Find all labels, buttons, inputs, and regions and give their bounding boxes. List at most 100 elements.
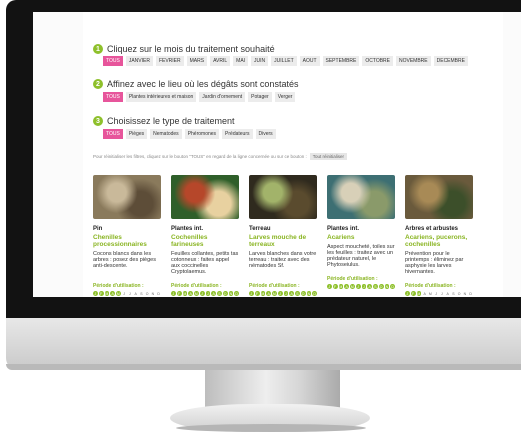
usage-period-label: Période d'utilisation : bbox=[93, 283, 144, 289]
month-indicator: N bbox=[306, 291, 312, 296]
pest-photo[interactable] bbox=[93, 175, 161, 219]
monitor-screen: 1 Cliquez sur le mois du traitement souh… bbox=[33, 12, 521, 297]
usage-months: JFMAMJJASOND bbox=[93, 291, 161, 296]
month-indicator: M bbox=[428, 291, 432, 296]
month-indicator: N bbox=[228, 291, 234, 296]
month-chip[interactable]: AOUT bbox=[299, 56, 320, 66]
month-indicator: A bbox=[344, 284, 349, 289]
treatment-chip[interactable]: Divers bbox=[255, 129, 276, 139]
usage-months: JFMAMJJASOND bbox=[327, 284, 395, 289]
product-card[interactable]: Arbres et arbustes Acariens, pucerons, co… bbox=[405, 175, 473, 296]
usage-months: JFMAMJJASOND bbox=[249, 291, 317, 296]
card-description: Cocons blancs dans les arbres : posez de… bbox=[93, 251, 156, 269]
product-card[interactable]: Plantes int. Acariens Aspect moucheté, toi… bbox=[327, 175, 395, 296]
month-indicator: O bbox=[378, 284, 384, 289]
card-description: Prévention pour le printemps : éliminez … bbox=[405, 251, 464, 275]
card-category: Arbres et arbustes bbox=[405, 226, 459, 232]
month-chip[interactable]: JANVIER bbox=[125, 56, 153, 66]
card-title[interactable]: Acariens, pucerons, cochenilles bbox=[405, 234, 473, 248]
step-title: Choisissez le type de traitement bbox=[107, 116, 235, 126]
month-indicator: A bbox=[367, 284, 372, 289]
month-chip[interactable]: FEVRIER bbox=[155, 56, 184, 66]
month-indicator: J bbox=[277, 291, 283, 296]
filter-all-chip[interactable]: TOUS bbox=[103, 56, 123, 66]
month-chip[interactable]: JUILLET bbox=[271, 56, 297, 66]
product-card[interactable]: Plantes int. Cochenilles farineuses Feuill… bbox=[171, 175, 239, 296]
card-category: Plantes int. bbox=[327, 226, 360, 232]
month-indicator: D bbox=[312, 291, 317, 296]
month-indicator: M bbox=[104, 291, 110, 296]
month-indicator: N bbox=[384, 284, 390, 289]
card-category: Terreau bbox=[249, 226, 271, 232]
reset-all-button[interactable]: Tout réinitialiser bbox=[309, 153, 347, 160]
month-indicator: F bbox=[332, 284, 338, 289]
month-chip[interactable]: OCTOBRE bbox=[362, 56, 393, 66]
treatment-chip[interactable]: Prédateurs bbox=[222, 129, 253, 139]
month-chip[interactable]: MARS bbox=[186, 56, 208, 66]
month-indicator: A bbox=[446, 291, 449, 296]
treatment-type-filter-chips: TOUS Pièges Nematodes Phéromones Prédateurs D… bbox=[103, 129, 276, 139]
month-indicator: D bbox=[234, 291, 239, 296]
month-indicator: A bbox=[266, 291, 271, 296]
month-chip[interactable]: NOVEMBRE bbox=[396, 56, 431, 66]
reset-hint: Pour réinitialiser les filtres, cliquez … bbox=[93, 153, 347, 160]
filter-all-chip[interactable]: TOUS bbox=[103, 129, 123, 139]
card-title[interactable]: Cochenilles farineuses bbox=[171, 234, 239, 248]
month-indicator: M bbox=[260, 291, 266, 296]
month-indicator: F bbox=[410, 291, 416, 296]
pest-photo[interactable] bbox=[249, 175, 317, 219]
treatment-chip[interactable]: Phéromones bbox=[184, 129, 220, 139]
treatment-chip[interactable]: Pièges bbox=[125, 129, 148, 139]
pest-photo[interactable] bbox=[405, 175, 473, 219]
month-indicator: F bbox=[176, 291, 182, 296]
card-description: Aspect moucheté, toiles sur les feuilles… bbox=[327, 244, 395, 268]
month-indicator: J bbox=[355, 284, 361, 289]
treatment-chip[interactable]: Nematodes bbox=[150, 129, 182, 139]
card-category: Pin bbox=[93, 226, 103, 232]
month-indicator: J bbox=[435, 291, 437, 296]
month-indicator: A bbox=[423, 291, 426, 296]
step-title: Affinez avec le lieu où les dégâts sont … bbox=[107, 79, 299, 89]
product-card[interactable]: Pin Chenilles processionnaires Cocons blan… bbox=[93, 175, 161, 296]
month-indicator: J bbox=[327, 284, 332, 289]
month-indicator: J bbox=[123, 291, 125, 296]
location-chip[interactable]: Potager bbox=[248, 92, 272, 102]
location-chip[interactable]: Jardin d'ornement bbox=[199, 92, 246, 102]
pest-photo[interactable] bbox=[171, 175, 239, 219]
month-indicator: M bbox=[116, 291, 121, 296]
month-indicator: O bbox=[457, 291, 461, 296]
month-indicator: S bbox=[217, 291, 222, 296]
usage-period-label: Période d'utilisation : bbox=[249, 283, 300, 289]
location-chip[interactable]: Plantes intérieures et maison bbox=[125, 92, 197, 102]
month-indicator: M bbox=[194, 291, 199, 296]
product-card[interactable]: Terreau Larves mouche de terreaux Larves b… bbox=[249, 175, 317, 296]
month-indicator: M bbox=[272, 291, 277, 296]
month-chip[interactable]: MAI bbox=[233, 56, 249, 66]
month-indicator: A bbox=[188, 291, 193, 296]
month-indicator: M bbox=[182, 291, 188, 296]
month-indicator: D bbox=[390, 284, 395, 289]
card-title[interactable]: Larves mouche de terreaux bbox=[249, 234, 317, 248]
step-1-heading: 1 Cliquez sur le mois du traitement souh… bbox=[93, 44, 275, 54]
pest-photo[interactable] bbox=[327, 175, 395, 219]
month-indicator: J bbox=[361, 284, 367, 289]
month-chip[interactable]: SEPTEMBRE bbox=[322, 56, 360, 66]
month-indicator: A bbox=[110, 291, 115, 296]
month-indicator: J bbox=[171, 291, 176, 296]
filter-all-chip[interactable]: TOUS bbox=[103, 92, 123, 102]
step-number-badge: 2 bbox=[93, 79, 103, 89]
location-chip[interactable]: Verger bbox=[274, 92, 296, 102]
month-indicator: J bbox=[199, 291, 205, 296]
card-title[interactable]: Acariens bbox=[327, 234, 395, 241]
month-chip[interactable]: AVRIL bbox=[210, 56, 231, 66]
card-title[interactable]: Chenilles processionnaires bbox=[93, 234, 161, 248]
month-indicator: J bbox=[441, 291, 443, 296]
usage-months: JFMAMJJASOND bbox=[405, 291, 473, 296]
month-indicator: A bbox=[134, 291, 137, 296]
month-indicator: J bbox=[93, 291, 98, 296]
product-cards: Pin Chenilles processionnaires Cocons blan… bbox=[93, 175, 493, 296]
month-indicator: O bbox=[145, 291, 149, 296]
month-chip[interactable]: DECEMBRE bbox=[433, 56, 468, 66]
month-chip[interactable]: JUIN bbox=[251, 56, 269, 66]
month-indicator: S bbox=[452, 291, 455, 296]
